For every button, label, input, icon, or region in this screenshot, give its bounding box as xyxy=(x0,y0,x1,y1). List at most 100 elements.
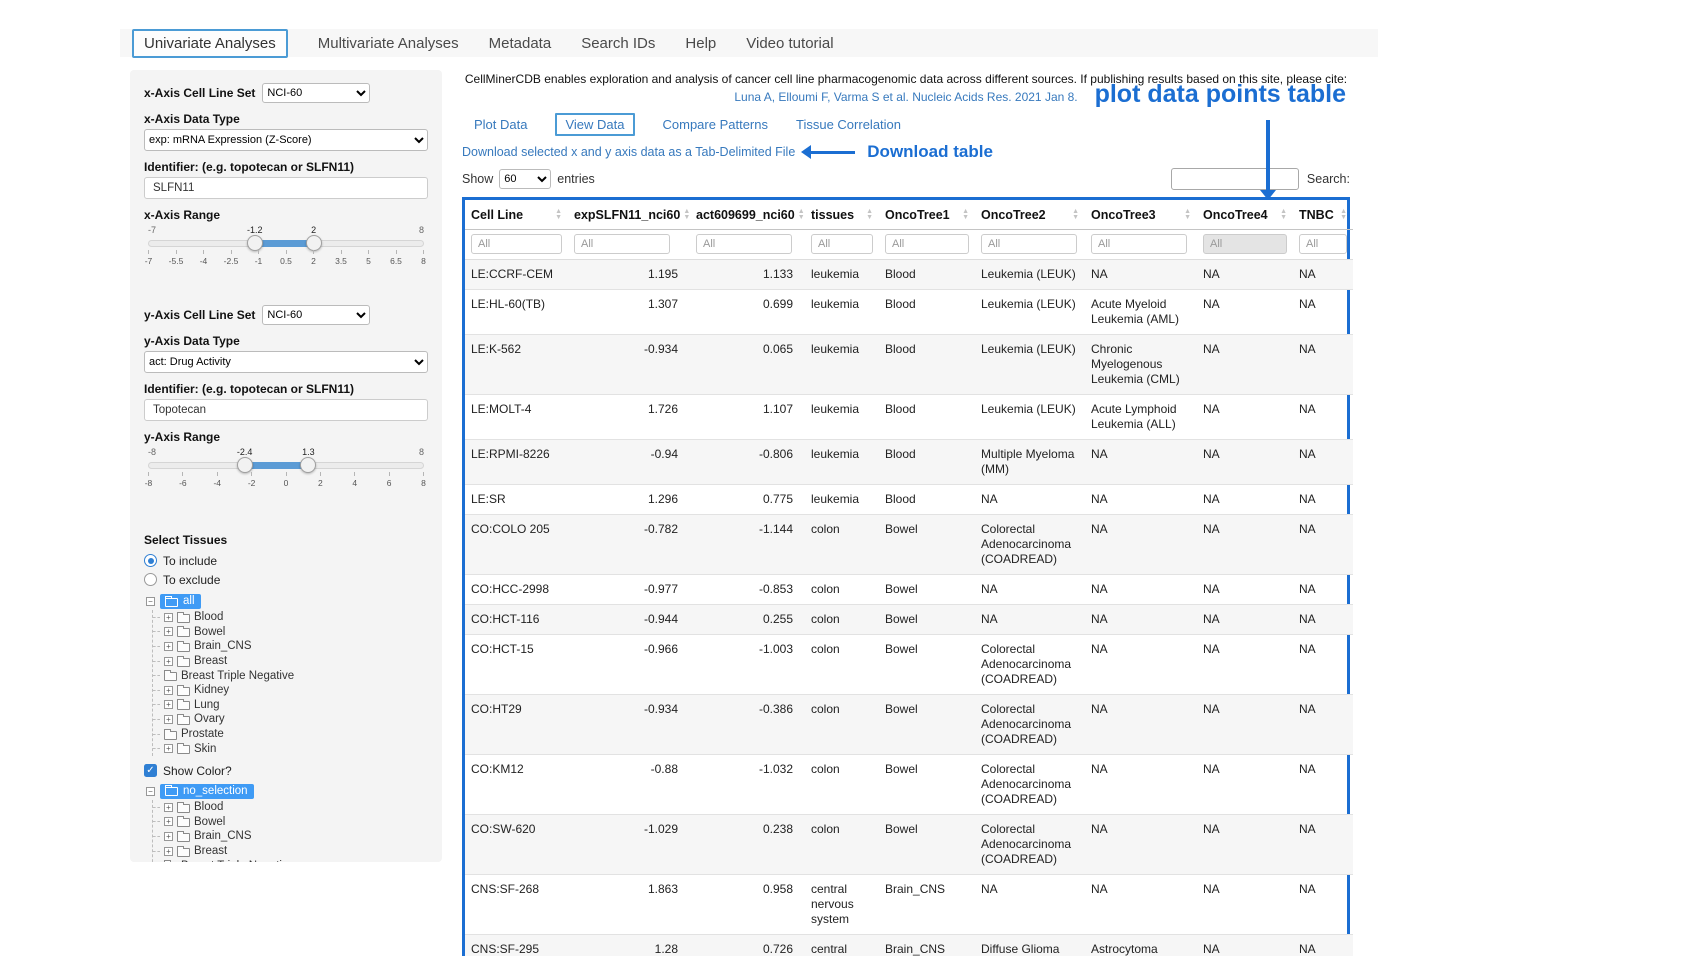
expand-icon[interactable]: + xyxy=(164,642,173,651)
radio-to-exclude[interactable]: To exclude xyxy=(144,571,428,588)
tree-item-bowel[interactable]: +Bowel xyxy=(153,815,428,830)
tree-item-breast-triple-negative[interactable]: Breast Triple Negative xyxy=(153,668,428,683)
table-cell: Colorectal Adenocarcinoma (COADREAD) xyxy=(975,814,1085,874)
slider-tick: -1 xyxy=(258,250,259,266)
nav-item-metadata[interactable]: Metadata xyxy=(489,35,552,52)
tree-root-all[interactable]: − all xyxy=(146,594,428,609)
expand-icon[interactable]: + xyxy=(164,700,173,709)
tree-connector xyxy=(153,675,160,676)
table-cell: NA xyxy=(1197,439,1293,484)
nav-item-video-tutorial[interactable]: Video tutorial xyxy=(746,35,833,52)
tree-item-brain-cns[interactable]: +Brain_CNS xyxy=(153,639,428,654)
tree-item-skin[interactable]: +Skin xyxy=(153,741,428,756)
column-filter-tissues[interactable] xyxy=(811,234,873,254)
radio-icon[interactable] xyxy=(144,573,157,586)
tab-tissue-correlation[interactable]: Tissue Correlation xyxy=(796,117,901,132)
column-header-cell-line[interactable]: Cell Line▲▼ xyxy=(465,200,568,230)
folder-icon xyxy=(177,658,190,667)
expand-icon[interactable]: + xyxy=(164,817,173,826)
expand-icon[interactable]: + xyxy=(164,657,173,666)
table-cell: Leukemia (LEUK) xyxy=(975,394,1085,439)
sort-icon[interactable]: ▲▼ xyxy=(1184,208,1191,221)
expand-icon[interactable]: + xyxy=(164,847,173,856)
tree-item-ovary[interactable]: +Ovary xyxy=(153,712,428,727)
sort-icon[interactable]: ▲▼ xyxy=(1072,208,1079,221)
checkbox-checked-icon[interactable]: ✓ xyxy=(144,764,157,777)
tab-compare-patterns[interactable]: Compare Patterns xyxy=(663,117,769,132)
tree-item-bowel[interactable]: +Bowel xyxy=(153,625,428,640)
column-filter-cell-line[interactable] xyxy=(471,234,562,254)
column-header-act609699-nci60[interactable]: act609699_nci60▲▼ xyxy=(690,200,805,230)
column-filter-expslfn11-nci60[interactable] xyxy=(574,234,670,254)
nav-item-help[interactable]: Help xyxy=(685,35,716,52)
tree-item-blood[interactable]: +Blood xyxy=(153,800,428,815)
sort-icon[interactable]: ▲▼ xyxy=(555,208,562,221)
tree-item-brain-cns[interactable]: +Brain_CNS xyxy=(153,829,428,844)
expand-icon[interactable]: + xyxy=(164,832,173,841)
tree-item-kidney[interactable]: +Kidney xyxy=(153,683,428,698)
table-cell: LE:RPMI-8226 xyxy=(465,439,568,484)
column-header-tnbc[interactable]: TNBC▲▼ xyxy=(1293,200,1353,230)
table-cell: Bowel xyxy=(879,604,975,634)
x-data-type-select[interactable]: exp: mRNA Expression (Z-Score) xyxy=(144,129,428,151)
entries-select[interactable]: 60 xyxy=(499,169,551,189)
tree-item-breast[interactable]: +Breast xyxy=(153,654,428,669)
column-filter-tnbc[interactable] xyxy=(1299,234,1347,254)
column-header-oncotree3[interactable]: OncoTree3▲▼ xyxy=(1085,200,1197,230)
column-header-oncotree2[interactable]: OncoTree2▲▼ xyxy=(975,200,1085,230)
column-filter-act609699-nci60[interactable] xyxy=(696,234,792,254)
column-filter-oncotree4[interactable] xyxy=(1203,234,1287,254)
slider-handle-high[interactable] xyxy=(300,457,316,473)
expand-icon[interactable]: + xyxy=(164,627,173,636)
y-axis-range-slider[interactable]: -8 8 -2.4 1.3 -8-6-4-202468 xyxy=(148,447,424,493)
x-axis-range-slider[interactable]: -7 8 -1.2 2 -7-5.5-4-2.5-10.523.556.58 xyxy=(148,225,424,271)
expand-icon[interactable]: + xyxy=(164,744,173,753)
column-filter-oncotree2[interactable] xyxy=(981,234,1077,254)
expand-icon[interactable]: + xyxy=(164,613,173,622)
slider-handle-low[interactable] xyxy=(247,235,263,251)
column-header-oncotree4[interactable]: OncoTree4▲▼ xyxy=(1197,200,1293,230)
expand-icon[interactable]: + xyxy=(164,686,173,695)
column-header-oncotree1[interactable]: OncoTree1▲▼ xyxy=(879,200,975,230)
sort-icon[interactable]: ▲▼ xyxy=(798,208,805,221)
x-cell-line-set-select[interactable]: NCI-60 xyxy=(262,83,370,103)
tree-item-blood[interactable]: +Blood xyxy=(153,610,428,625)
download-link[interactable]: Download selected x and y axis data as a… xyxy=(462,145,795,159)
y-data-type-select[interactable]: act: Drug Activity xyxy=(144,351,428,373)
tree-item-prostate[interactable]: Prostate xyxy=(153,727,428,742)
sort-icon[interactable]: ▲▼ xyxy=(1340,208,1347,221)
column-header-expslfn11-nci60[interactable]: expSLFN11_nci60▲▼ xyxy=(568,200,690,230)
column-filter-oncotree1[interactable] xyxy=(885,234,969,254)
radio-to-include[interactable]: To include xyxy=(144,552,428,569)
x-identifier-input[interactable] xyxy=(144,177,428,199)
column-filter-oncotree3[interactable] xyxy=(1091,234,1187,254)
nav-item-multivariate-analyses[interactable]: Multivariate Analyses xyxy=(318,35,459,52)
tree-item-breast-triple-negative[interactable]: Breast Triple Negative xyxy=(153,858,428,862)
slider-handle-low[interactable] xyxy=(237,457,253,473)
slider-selected-range[interactable] xyxy=(245,462,309,469)
expand-icon[interactable]: + xyxy=(164,715,173,724)
y-cell-line-set-select[interactable]: NCI-60 xyxy=(262,305,370,325)
radio-icon[interactable] xyxy=(144,554,157,567)
table-cell: NA xyxy=(1197,259,1293,289)
table-cell: Acute Lymphoid Leukemia (ALL) xyxy=(1085,394,1197,439)
search-input[interactable] xyxy=(1171,168,1299,190)
tree-item-breast[interactable]: +Breast xyxy=(153,844,428,859)
sort-icon[interactable]: ▲▼ xyxy=(866,208,873,221)
column-header-tissues[interactable]: tissues▲▼ xyxy=(805,200,879,230)
collapse-icon[interactable]: − xyxy=(146,597,155,606)
sort-icon[interactable]: ▲▼ xyxy=(962,208,969,221)
sort-icon[interactable]: ▲▼ xyxy=(1280,208,1287,221)
sort-icon[interactable]: ▲▼ xyxy=(683,208,690,221)
collapse-icon[interactable]: − xyxy=(146,787,155,796)
y-identifier-input[interactable] xyxy=(144,399,428,421)
tree-root-no-selection[interactable]: − no_selection xyxy=(146,784,428,799)
show-color-row[interactable]: ✓ Show Color? xyxy=(144,764,428,778)
tab-view-data[interactable]: View Data xyxy=(555,113,634,136)
tab-plot-data[interactable]: Plot Data xyxy=(474,117,527,132)
nav-item-univariate-analyses[interactable]: Univariate Analyses xyxy=(132,29,288,58)
slider-handle-high[interactable] xyxy=(306,235,322,251)
tree-item-lung[interactable]: +Lung xyxy=(153,698,428,713)
expand-icon[interactable]: + xyxy=(164,803,173,812)
nav-item-search-ids[interactable]: Search IDs xyxy=(581,35,655,52)
